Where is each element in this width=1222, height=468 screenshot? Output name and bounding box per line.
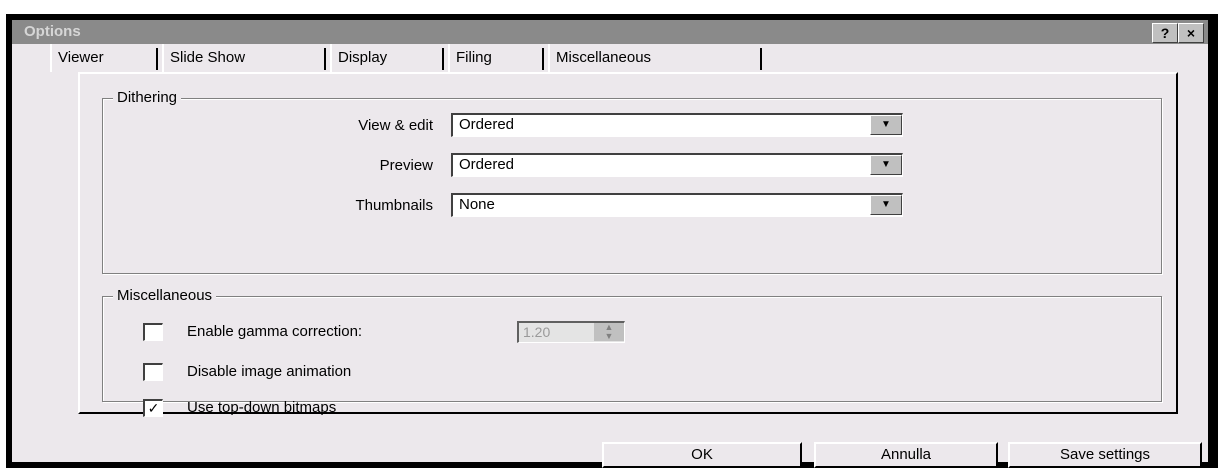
dithering-group-label: Dithering bbox=[113, 89, 182, 107]
cancel-button[interactable]: Annulla bbox=[814, 442, 998, 468]
display-tab-panel: Dithering View & edit Ordered ▼ Preview … bbox=[78, 72, 1178, 417]
tab-display-label: Display bbox=[338, 49, 388, 66]
preview-select[interactable]: Ordered ▼ bbox=[451, 153, 903, 177]
tab-viewer-label: Viewer bbox=[58, 49, 104, 66]
gamma-label: Enable gamma correction: bbox=[187, 323, 363, 340]
preview-label: Preview bbox=[379, 157, 433, 174]
chevron-down-icon[interactable]: ▼ bbox=[870, 155, 902, 175]
tab-miscellaneous-label: Miscellaneous bbox=[556, 49, 652, 66]
chevron-down-icon[interactable]: ▼ bbox=[870, 195, 902, 215]
miscellaneous-group: Miscellaneous Enable gamma correction: 1… bbox=[102, 287, 1162, 417]
tab-filing[interactable]: Filing bbox=[448, 44, 544, 72]
thumbnails-label: Thumbnails bbox=[355, 197, 433, 214]
view-edit-value: Ordered bbox=[459, 116, 515, 133]
ok-button[interactable]: OK bbox=[602, 442, 802, 468]
disable-animation-label: Disable image animation bbox=[187, 363, 352, 380]
window-title: Options bbox=[24, 23, 81, 40]
tab-filing-label: Filing bbox=[456, 49, 492, 66]
spinner-buttons[interactable]: ▲ ▼ bbox=[594, 323, 624, 341]
gamma-checkbox[interactable] bbox=[143, 323, 163, 341]
dithering-group: Dithering View & edit Ordered ▼ Preview … bbox=[102, 89, 1162, 274]
chevron-down-icon[interactable]: ▼ bbox=[870, 115, 902, 135]
view-edit-select[interactable]: Ordered ▼ bbox=[451, 113, 903, 137]
tab-display[interactable]: Display bbox=[330, 44, 444, 72]
dialog-body: Viewer Slide Show Display Filing Miscell… bbox=[12, 44, 1208, 468]
help-button[interactable]: ? bbox=[1152, 23, 1178, 43]
gamma-spinner[interactable]: 1.20 ▲ ▼ bbox=[517, 321, 625, 343]
close-button[interactable]: × bbox=[1178, 23, 1204, 43]
spin-down-icon[interactable]: ▼ bbox=[594, 332, 624, 341]
topdown-checkbox[interactable]: ✓ bbox=[143, 399, 163, 417]
options-dialog: Options ? × Viewer Slide Show Display Fi… bbox=[6, 14, 1218, 468]
thumbnails-select[interactable]: None ▼ bbox=[451, 193, 903, 217]
miscellaneous-group-label: Miscellaneous bbox=[113, 287, 217, 305]
tab-slide-show-label: Slide Show bbox=[170, 49, 246, 66]
thumbnails-value: None bbox=[459, 196, 495, 213]
preview-value: Ordered bbox=[459, 156, 515, 173]
save-settings-button[interactable]: Save settings bbox=[1008, 442, 1202, 468]
gamma-value: 1.20 bbox=[523, 324, 551, 340]
checkmark-icon: ✓ bbox=[147, 400, 160, 416]
title-bar: Options ? × bbox=[12, 20, 1208, 44]
topdown-label: Use top-down bitmaps bbox=[187, 399, 337, 416]
tab-miscellaneous[interactable]: Miscellaneous bbox=[548, 44, 762, 72]
view-edit-label: View & edit bbox=[358, 117, 433, 134]
tab-slide-show[interactable]: Slide Show bbox=[162, 44, 326, 72]
tab-viewer[interactable]: Viewer bbox=[50, 44, 158, 72]
disable-animation-checkbox[interactable] bbox=[143, 363, 163, 381]
